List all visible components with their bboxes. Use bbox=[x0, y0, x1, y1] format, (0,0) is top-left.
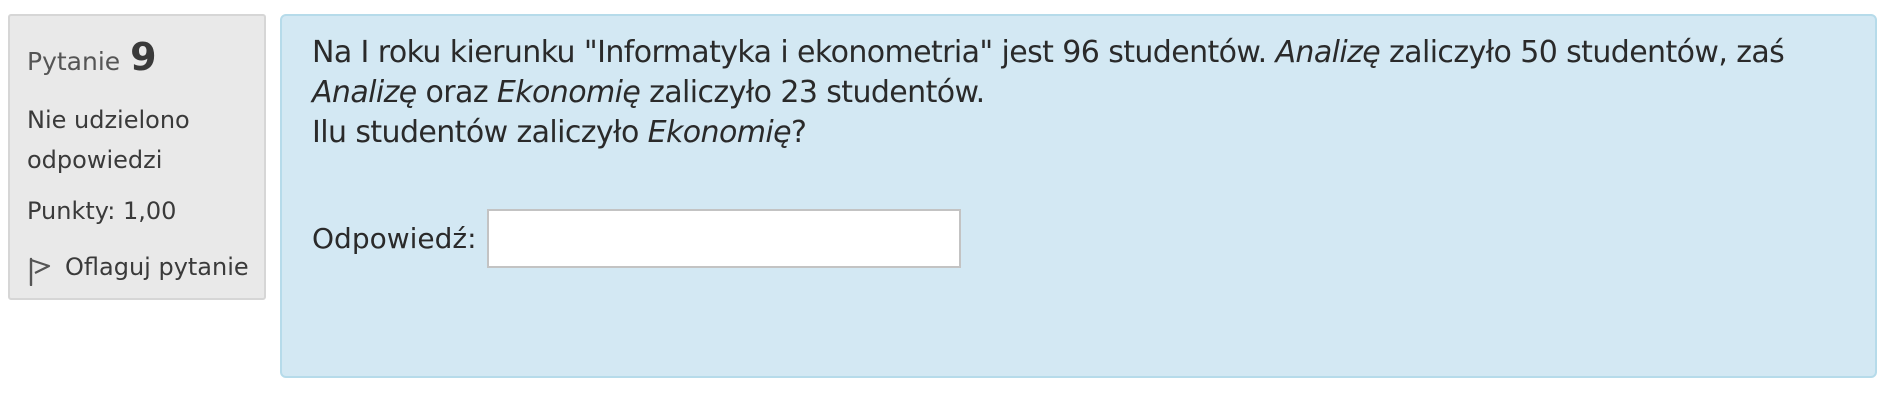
question-content-panel: Na I roku kierunku "Informatyka i ekonom… bbox=[280, 14, 1877, 378]
question-text-part: ? bbox=[790, 115, 807, 150]
flag-question-label: Oflaguj pytanie bbox=[65, 253, 249, 281]
question-state: Nie udzielono odpowiedzi bbox=[27, 106, 190, 174]
question-label: Pytanie bbox=[27, 47, 121, 76]
question-grade: Punkty: 1,00 bbox=[27, 197, 177, 225]
answer-label: Odpowiedź: bbox=[312, 222, 477, 255]
question-text-emphasis: Analizę bbox=[1275, 35, 1381, 70]
question-number-heading: Pytanie 9 bbox=[27, 38, 264, 76]
answer-row: Odpowiedź: bbox=[312, 209, 1875, 268]
question-text-part: oraz bbox=[416, 75, 497, 110]
flag-question-link[interactable]: Oflaguj pytanie bbox=[27, 248, 264, 286]
question-text-part: Ilu studentów zaliczyło bbox=[312, 115, 648, 150]
question-text-emphasis: Ekonomię bbox=[647, 115, 792, 150]
answer-input[interactable] bbox=[486, 209, 961, 268]
question-text-emphasis: Analizę bbox=[312, 75, 417, 110]
question-text-emphasis: Ekonomię bbox=[496, 75, 641, 110]
question-info-panel: Pytanie 9 Nie udzielono odpowiedzi Punkt… bbox=[8, 14, 266, 300]
question-text-part: zaliczyło 50 studentów, zaś bbox=[1380, 35, 1785, 70]
question-text-part: Na I roku kierunku "Informatyka i ekonom… bbox=[312, 35, 1276, 70]
question-text-part: zaliczyło 23 studentów. bbox=[640, 75, 985, 110]
flag-icon bbox=[29, 257, 51, 286]
question-number: 9 bbox=[130, 35, 157, 79]
question-text: Na I roku kierunku "Informatyka i ekonom… bbox=[312, 33, 1875, 153]
